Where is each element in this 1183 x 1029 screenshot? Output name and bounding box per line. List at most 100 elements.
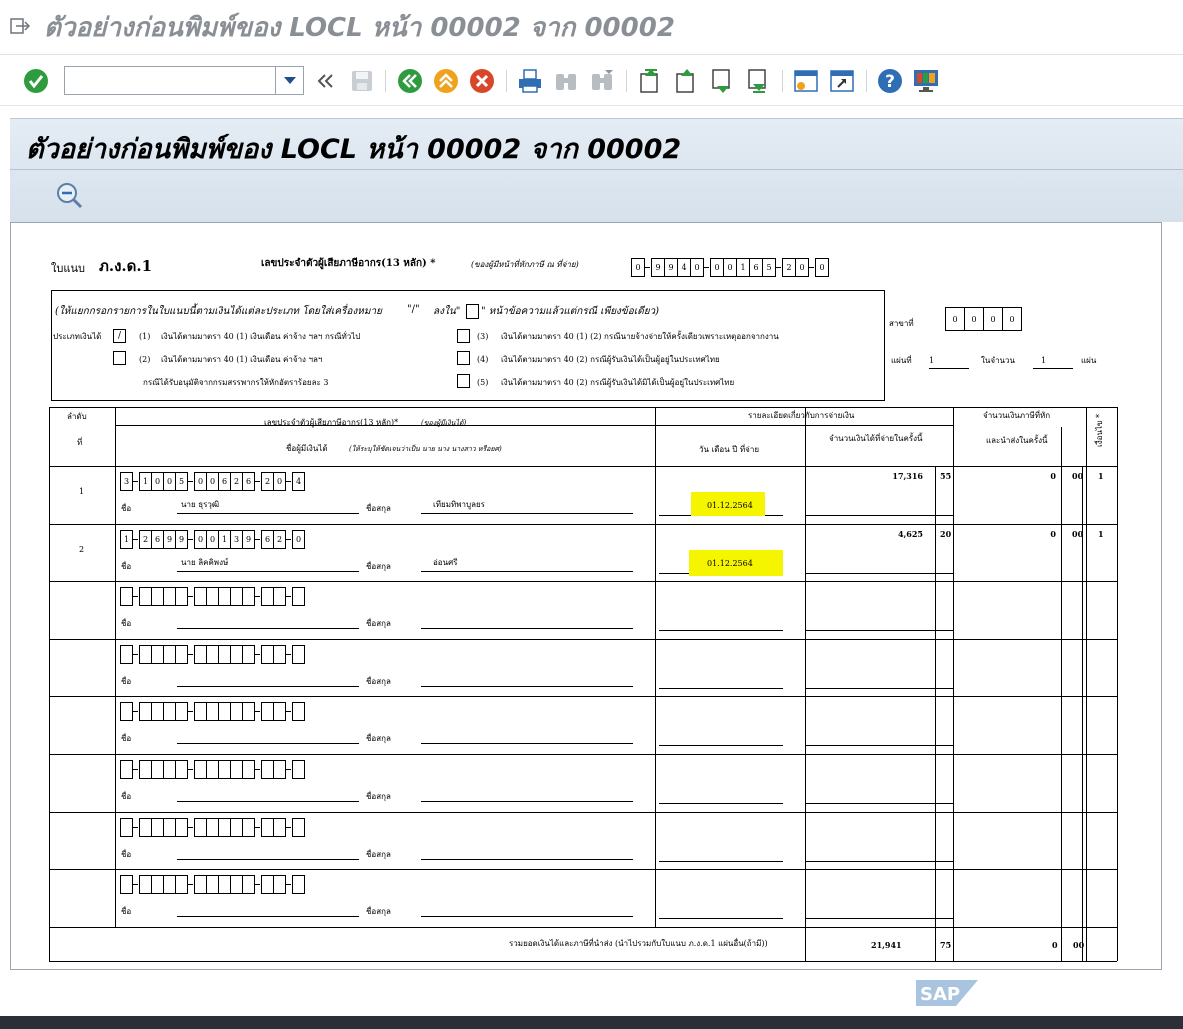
id-digit-box — [292, 875, 305, 894]
amount-line — [805, 630, 953, 631]
grid-line — [1086, 407, 1087, 961]
collapse-icon[interactable] — [312, 67, 340, 95]
last-name-label: ชื่อสกุล — [366, 562, 391, 571]
income-type-5-checkbox[interactable] — [457, 374, 470, 388]
id-digit-box: 2 — [273, 530, 286, 549]
grid-line — [49, 581, 1117, 582]
find-icon[interactable] — [552, 67, 580, 95]
option-2-text: เงินได้ตามมาตรา 40 (1) เงินเดือน ค่าจ้าง… — [161, 355, 323, 364]
row-amount-dec: 55 — [940, 471, 952, 481]
option-2-note: กรณีได้รับอนุมัติจากกรมสรรพากรให้หักอัตร… — [143, 378, 329, 387]
first-name-line — [177, 571, 359, 572]
zoom-out-icon[interactable] — [56, 182, 84, 210]
id-digit-box — [273, 875, 286, 894]
first-name-label: ชื่อ — [121, 562, 132, 571]
id-digit-box: 0 — [815, 258, 829, 277]
back-icon[interactable] — [396, 67, 424, 95]
next-page-icon[interactable] — [708, 67, 736, 95]
id-digit-box: 0 — [273, 472, 286, 491]
row-date: 01.12.2564 — [707, 501, 753, 510]
command-dropdown-icon[interactable] — [276, 66, 304, 95]
row-tax: 0 — [1050, 471, 1056, 481]
id-digit-box — [292, 702, 305, 721]
menu-exit-icon[interactable] — [10, 17, 30, 35]
previous-page-icon[interactable] — [672, 67, 700, 95]
row-last-name: อ่อนศรี — [433, 558, 458, 567]
id-digit-box — [175, 818, 188, 837]
id-digit-box: 0 — [710, 258, 724, 277]
check-mark-text: "/" — [407, 304, 420, 315]
row-tax: 0 — [1050, 529, 1056, 539]
summary-tax-dec: 00 — [1073, 940, 1085, 950]
id-digit-box: 0 — [795, 258, 809, 277]
taxid-note: (ของผู้มีหน้าที่หักภาษี ณ ที่จ่าย) — [471, 260, 579, 269]
summary-tax: 0 — [1052, 940, 1058, 950]
header-detail: รายละเอียดเกี่ยวกับการจ่ายเงิน — [748, 411, 855, 420]
first-page-icon[interactable] — [636, 67, 664, 95]
id-digit-box — [273, 818, 286, 837]
header-condition: เงื่อนไข * — [1095, 414, 1104, 447]
id-digit-box: 0 — [292, 530, 305, 549]
id-digit-box: 0 — [631, 258, 645, 277]
amount-line — [805, 918, 953, 919]
id-digit-box: 9 — [175, 530, 188, 549]
summary-amount: 21,941 — [871, 940, 902, 950]
last-name-line — [421, 628, 633, 629]
id-digit-box — [120, 587, 133, 606]
find-next-icon[interactable] — [588, 67, 616, 95]
date-line — [659, 803, 783, 804]
income-type-1-checkbox[interactable]: / — [113, 329, 126, 343]
total-sheets: 1 — [1041, 356, 1047, 365]
grid-line — [49, 407, 50, 961]
id-digit-box: 6 — [749, 258, 763, 277]
id-digit-box: 4 — [292, 472, 305, 491]
grid-line — [49, 869, 1117, 870]
shortcut-icon[interactable] — [828, 67, 856, 95]
first-name-line — [177, 859, 359, 860]
id-digit-box — [175, 702, 188, 721]
id-digit-box — [292, 645, 305, 664]
create-session-icon[interactable] — [792, 67, 820, 95]
exit-icon[interactable] — [432, 67, 460, 95]
income-type-3-checkbox[interactable] — [457, 329, 470, 343]
id-digit-box: 9 — [651, 258, 665, 277]
header-amount: จำนวนเงินได้ที่จ่ายในครั้งนี้ — [829, 434, 923, 443]
income-type-4-checkbox[interactable] — [457, 351, 470, 365]
header-seq-2: ที่ — [77, 438, 83, 447]
command-field[interactable] — [64, 66, 276, 95]
layout-icon[interactable] — [912, 67, 940, 95]
id-digit-box: 5 — [762, 258, 776, 277]
branch-digit-box: 0 — [945, 307, 965, 331]
print-icon[interactable] — [516, 67, 544, 95]
id-digit-box — [120, 875, 133, 894]
id-digit-box: 2 — [782, 258, 796, 277]
id-digit-box: 1 — [736, 258, 750, 277]
sheet-number: 1 — [929, 356, 935, 365]
date-line — [659, 688, 783, 689]
branch-label: สาขาที่ — [889, 319, 914, 328]
save-icon[interactable] — [348, 67, 376, 95]
content-header: ตัวอย่างก่อนพิมพ์ของ LOCL หน้า 00002 จาก… — [10, 118, 1183, 222]
id-digit-box — [120, 818, 133, 837]
header-tax-1: จำนวนเงินภาษีที่หัก — [983, 411, 1051, 420]
cancel-icon[interactable] — [468, 67, 496, 95]
last-page-icon[interactable] — [744, 67, 772, 95]
sap-logo: SAP — [916, 978, 980, 1008]
amount-line — [805, 803, 953, 804]
income-type-2-checkbox[interactable] — [113, 351, 126, 365]
row-amount: 17,316 — [892, 471, 923, 481]
first-name-line — [177, 916, 359, 917]
option-3-text: เงินได้ตามมาตรา 40 (1) (2) กรณีนายจ้างจ่… — [501, 332, 779, 341]
row-condition: 1 — [1098, 471, 1104, 481]
row-amount: 4,625 — [897, 529, 923, 539]
option-5-text: เงินได้ตามมาตรา 40 (2) กรณีผู้รับเงินได้… — [501, 378, 735, 387]
option-3-num: (3) — [477, 332, 489, 341]
row-date: 01.12.2564 — [707, 559, 753, 568]
instruction-end: " หน้าข้อความแล้วแต่กรณี เพียงข้อเดียว) — [481, 306, 660, 317]
last-name-label: ชื่อสกุล — [366, 850, 391, 859]
help-icon[interactable]: ? — [876, 67, 904, 95]
id-digit-box — [292, 818, 305, 837]
enter-icon[interactable] — [22, 67, 50, 95]
header-name: ชื่อผู้มีเงินได้ — [286, 444, 328, 453]
id-digit-box: 0 — [723, 258, 737, 277]
